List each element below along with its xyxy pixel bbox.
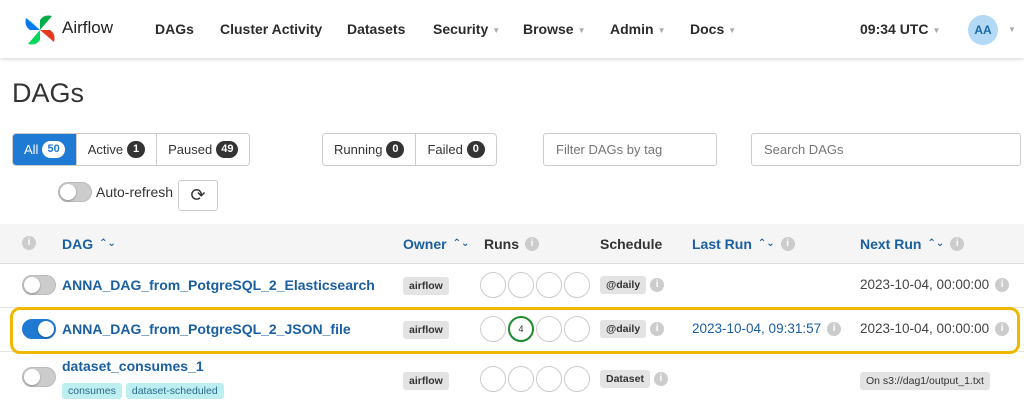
chevron-down-icon[interactable]: ▼ (1008, 25, 1016, 34)
runs-indicator (480, 272, 590, 298)
column-header-dag[interactable]: DAG ⌃⌄ (62, 236, 116, 252)
sort-icon: ⌃⌄ (452, 238, 470, 249)
schedule-badge: @daily (600, 276, 647, 294)
nav-browse[interactable]: Browse ▼ (523, 21, 586, 37)
sort-icon: ⌃⌄ (927, 238, 945, 249)
info-icon[interactable]: i (650, 278, 665, 292)
dag-tags: consumes dataset-scheduled (62, 382, 228, 399)
page-title: DAGs (12, 78, 85, 108)
nav-dags[interactable]: DAGs (155, 21, 194, 37)
schedule-badge: @daily (600, 320, 647, 338)
dag-table-header: i DAG ⌃⌄ Owner ⌃⌄ Runs i Schedule Last Run ⌃… (0, 224, 1024, 264)
dag-active-toggle[interactable] (22, 319, 56, 342)
tag-badge[interactable]: dataset-scheduled (125, 383, 224, 399)
dag-active-toggle[interactable] (22, 367, 56, 390)
column-header-runs: Runs i (484, 236, 539, 252)
run-state-failed[interactable] (564, 316, 590, 342)
owner-badge[interactable]: airflow (403, 321, 449, 339)
dag-id-link[interactable]: ANNA_DAG_from_PotgreSQL_2_JSON_file (62, 321, 351, 337)
status-filter-group: All 50 Active 1 Paused 49 (12, 133, 251, 166)
run-state-filter-group: Running 0 Failed 0 (322, 133, 497, 166)
run-state-queued[interactable] (480, 366, 506, 392)
count-badge: 0 (386, 141, 405, 158)
dag-id-link[interactable]: dataset_consumes_1 (62, 358, 204, 374)
info-icon[interactable]: i (780, 237, 795, 251)
run-state-failed[interactable] (564, 272, 590, 298)
info-icon[interactable]: i (995, 321, 1010, 336)
table-row: ANNA_DAG_from_PotgreSQL_2_Elasticsearch … (0, 264, 1024, 308)
owner-badge[interactable]: airflow (403, 372, 449, 390)
filter-failed-button[interactable]: Failed 0 (416, 134, 496, 165)
autorefresh-label: Auto-refresh (96, 184, 174, 200)
nav-datasets[interactable]: Datasets (347, 21, 405, 37)
airflow-logo-icon[interactable] (22, 12, 58, 48)
runs-indicator: 4 (480, 316, 590, 342)
autorefresh-control: Auto-refresh (58, 182, 173, 202)
run-state-running[interactable] (536, 272, 562, 298)
runs-indicator (480, 366, 590, 392)
sort-icon: ⌃⌄ (757, 238, 775, 249)
clock-timezone-menu[interactable]: 09:34 UTC ▼ (860, 21, 940, 37)
nav-admin[interactable]: Admin ▼ (610, 21, 665, 37)
autorefresh-toggle[interactable] (58, 182, 92, 202)
run-state-running[interactable] (536, 316, 562, 342)
next-run-dataset-badge[interactable]: On s3://dag1/output_1.txt (860, 372, 990, 390)
last-run-link[interactable]: 2023-10-04, 09:31:57 (692, 321, 821, 336)
dag-active-toggle[interactable] (22, 275, 56, 298)
run-state-failed[interactable] (564, 366, 590, 392)
nav-docs[interactable]: Docs ▼ (690, 21, 736, 37)
info-icon[interactable]: i (995, 277, 1010, 292)
toggle-column-info[interactable]: i (22, 236, 36, 250)
run-state-success[interactable] (508, 272, 534, 298)
brand-name[interactable]: Airflow (62, 18, 113, 38)
tag-filter-input[interactable] (543, 133, 717, 166)
info-icon: i (22, 236, 36, 250)
refresh-icon: ⟳ (190, 185, 206, 205)
info-icon[interactable]: i (525, 237, 539, 251)
column-header-owner[interactable]: Owner ⌃⌄ (403, 236, 469, 252)
info-icon[interactable]: i (650, 322, 665, 336)
column-header-last-run[interactable]: Last Run ⌃⌄ i (692, 236, 795, 252)
owner-badge[interactable]: airflow (403, 277, 449, 295)
sort-icon: ⌃⌄ (99, 238, 116, 249)
column-header-schedule: Schedule (600, 236, 663, 252)
count-badge: 1 (127, 141, 146, 158)
nav-security[interactable]: Security ▼ (433, 21, 500, 37)
chevron-down-icon: ▼ (492, 25, 501, 35)
run-state-queued[interactable] (480, 316, 506, 342)
info-icon[interactable]: i (950, 237, 965, 251)
count-badge: 50 (42, 141, 65, 158)
chevron-down-icon: ▼ (657, 25, 666, 35)
nav-cluster-activity[interactable]: Cluster Activity (220, 21, 322, 37)
filter-active-button[interactable]: Active 1 (76, 134, 158, 165)
run-state-success[interactable] (508, 366, 534, 392)
run-state-queued[interactable] (480, 272, 506, 298)
search-input[interactable] (751, 133, 1021, 166)
column-header-next-run[interactable]: Next Run ⌃⌄ i (860, 236, 965, 252)
count-badge: 0 (466, 141, 485, 158)
refresh-button[interactable]: ⟳ (178, 180, 218, 211)
filter-running-button[interactable]: Running 0 (323, 134, 417, 165)
info-icon[interactable]: i (827, 321, 842, 336)
count-badge: 49 (216, 141, 239, 158)
chevron-down-icon: ▼ (728, 25, 737, 35)
filter-paused-button[interactable]: Paused 49 (157, 134, 250, 165)
run-state-success[interactable]: 4 (508, 316, 534, 342)
top-navbar: Airflow DAGs Cluster Activity Datasets S… (0, 0, 1024, 58)
info-icon[interactable]: i (653, 372, 668, 386)
next-run-text: 2023-10-04, 00:00:00 (860, 277, 990, 292)
next-run-text: 2023-10-04, 00:00:00 (860, 321, 990, 336)
dag-id-link[interactable]: ANNA_DAG_from_PotgreSQL_2_Elasticsearch (62, 277, 375, 293)
run-state-running[interactable] (536, 366, 562, 392)
user-avatar[interactable]: AA (968, 15, 998, 45)
table-row: ANNA_DAG_from_PotgreSQL_2_JSON_file airf… (0, 308, 1024, 352)
chevron-down-icon: ▼ (932, 25, 941, 35)
chevron-down-icon: ▼ (577, 25, 586, 35)
tag-badge[interactable]: consumes (62, 383, 122, 399)
schedule-badge[interactable]: Dataset (600, 370, 650, 388)
table-row: dataset_consumes_1 consumes dataset-sched… (0, 352, 1024, 406)
filter-all-button[interactable]: All 50 (13, 134, 77, 165)
